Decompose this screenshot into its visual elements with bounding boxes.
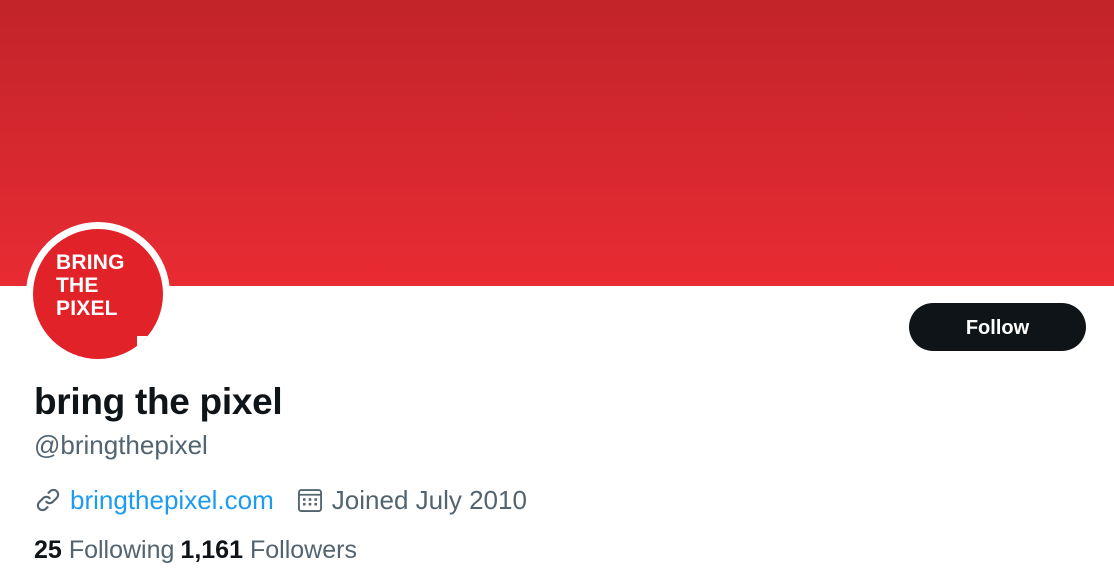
avatar-logo-line: BRING bbox=[56, 251, 125, 274]
joined-date: Joined July 2010 bbox=[331, 484, 527, 515]
followers-label: Followers bbox=[249, 535, 357, 564]
avatar-logo-line: PIXEL bbox=[56, 297, 118, 320]
following-count: 25 bbox=[34, 535, 62, 564]
profile-header: BRING THE PIXEL Follow bring the pixel @… bbox=[0, 0, 1114, 584]
display-name: bring the pixel bbox=[34, 381, 283, 422]
avatar-logo: BRING THE PIXEL bbox=[56, 251, 146, 320]
website-item: bringthepixel.com bbox=[34, 485, 274, 516]
followers-stat[interactable]: 1,161 Followers bbox=[180, 536, 357, 565]
link-icon bbox=[34, 486, 62, 514]
following-stat[interactable]: 25 Following bbox=[34, 536, 174, 565]
avatar-logo-line: THE bbox=[56, 274, 99, 297]
profile-meta: bringthepixel.com Joined July 2010 bbox=[34, 482, 527, 518]
avatar-logo-notch bbox=[137, 336, 163, 359]
joined-item: Joined July 2010 bbox=[296, 485, 527, 516]
profile-banner[interactable] bbox=[0, 0, 1114, 286]
calendar-icon bbox=[296, 486, 324, 514]
website-link[interactable]: bringthepixel.com bbox=[70, 485, 274, 516]
avatar[interactable]: BRING THE PIXEL bbox=[33, 229, 163, 359]
profile-stats: 25 Following 1,161 Followers bbox=[34, 532, 357, 568]
profile-handle: @bringthepixel bbox=[34, 430, 208, 460]
follow-button[interactable]: Follow bbox=[909, 303, 1086, 351]
followers-count: 1,161 bbox=[180, 535, 243, 564]
following-label: Following bbox=[68, 535, 175, 564]
